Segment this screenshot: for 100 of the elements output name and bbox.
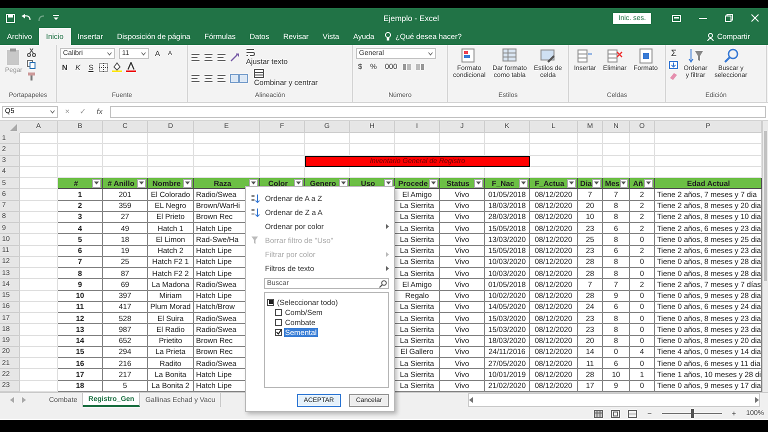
- filter-button[interactable]: [183, 178, 192, 188]
- grid-cell[interactable]: [485, 133, 530, 144]
- dropdown-icon[interactable]: [50, 110, 55, 114]
- grid-cell[interactable]: [578, 156, 603, 167]
- copy-icon[interactable]: [27, 60, 36, 69]
- close-icon[interactable]: [751, 14, 759, 22]
- fill-down-icon[interactable]: [669, 61, 678, 69]
- grid-cell[interactable]: [350, 133, 395, 144]
- grid-cell[interactable]: [655, 156, 762, 167]
- grid-cell[interactable]: [20, 166, 58, 178]
- grid-cell[interactable]: [20, 189, 58, 200]
- borders-icon[interactable]: [99, 62, 108, 72]
- dropdown-icon[interactable]: [107, 52, 112, 56]
- grid-cell[interactable]: [655, 133, 762, 144]
- grid-cell[interactable]: [58, 144, 103, 156]
- grid-cell[interactable]: [305, 133, 350, 144]
- grid-cell[interactable]: [630, 133, 655, 144]
- grid-cell[interactable]: [20, 200, 58, 212]
- checkbox[interactable]: [275, 308, 282, 316]
- checkbox[interactable]: [275, 328, 282, 336]
- filter-button[interactable]: [429, 178, 438, 188]
- grid-cell[interactable]: [148, 144, 194, 156]
- scroll-right-icon[interactable]: [22, 397, 26, 403]
- grid-cell[interactable]: [20, 346, 58, 358]
- undo-icon[interactable]: [21, 14, 32, 22]
- scroll-left-icon[interactable]: [469, 397, 473, 403]
- align-center-icon[interactable]: [204, 74, 213, 82]
- grid-cell[interactable]: [194, 156, 260, 167]
- align-bottom-icon[interactable]: [217, 52, 226, 62]
- filter-button[interactable]: [620, 178, 628, 188]
- filter-button[interactable]: [644, 178, 653, 188]
- grid-cell[interactable]: [20, 290, 58, 302]
- align-middle-icon[interactable]: [204, 52, 213, 62]
- grid-cell[interactable]: [20, 156, 58, 167]
- grid-cell[interactable]: [20, 268, 58, 280]
- grid-cell[interactable]: [58, 156, 103, 167]
- checkbox[interactable]: [275, 318, 282, 326]
- scroll-left-icon[interactable]: [10, 397, 14, 403]
- restore-icon[interactable]: [725, 14, 733, 22]
- grid-cell[interactable]: [20, 246, 58, 257]
- grid-cell[interactable]: [20, 324, 58, 336]
- grid-cell[interactable]: [260, 133, 305, 144]
- grid-cell[interactable]: [20, 133, 58, 144]
- filter-button[interactable]: [474, 178, 483, 188]
- filter-button[interactable]: [567, 178, 576, 188]
- filter-button[interactable]: [519, 178, 528, 188]
- grid-cell[interactable]: [103, 144, 148, 156]
- grid-cell[interactable]: [530, 156, 578, 167]
- grid-cell[interactable]: [630, 156, 655, 167]
- normal-view-icon[interactable]: [594, 410, 604, 418]
- fill-color-icon[interactable]: [112, 62, 122, 72]
- align-top-icon[interactable]: [191, 52, 200, 62]
- grid-cell[interactable]: [530, 133, 578, 144]
- align-right-icon[interactable]: [217, 74, 226, 82]
- dropdown-icon[interactable]: [141, 52, 146, 56]
- grid-cell[interactable]: [603, 144, 630, 156]
- select-all-icon[interactable]: [0, 121, 20, 133]
- grid-cell[interactable]: [20, 302, 58, 313]
- grid-cell[interactable]: [20, 256, 58, 268]
- grid-cell[interactable]: [148, 133, 194, 144]
- grid-cell[interactable]: [20, 336, 58, 347]
- grid-cell[interactable]: [630, 144, 655, 156]
- grid-cell[interactable]: [603, 133, 630, 144]
- eraser-icon[interactable]: [669, 72, 678, 80]
- brush-icon[interactable]: [27, 72, 36, 81]
- grid-cell[interactable]: [58, 133, 103, 144]
- decrease-decimal-icon[interactable]: [416, 62, 426, 70]
- grid-cell[interactable]: [148, 156, 194, 167]
- scroll-right-icon[interactable]: [755, 397, 759, 403]
- grid-cell[interactable]: [260, 144, 305, 156]
- filter-button[interactable]: [92, 178, 101, 188]
- grid-cell[interactable]: [20, 369, 58, 380]
- autosum-button[interactable]: Σ: [669, 48, 679, 58]
- grid-cell[interactable]: [578, 144, 603, 156]
- grid-cell[interactable]: [603, 156, 630, 167]
- grid-cell[interactable]: [103, 133, 148, 144]
- grid-cell[interactable]: [578, 133, 603, 144]
- grid-cell[interactable]: [20, 212, 58, 223]
- grid-cell[interactable]: [20, 279, 58, 290]
- grid-cell[interactable]: [20, 234, 58, 246]
- increase-decimal-icon[interactable]: [403, 62, 412, 70]
- ribbon-display-icon[interactable]: [672, 14, 681, 22]
- checkbox[interactable]: [267, 298, 274, 306]
- vertical-scrollbar[interactable]: [762, 121, 768, 392]
- formula-input[interactable]: [110, 106, 766, 118]
- redo-icon[interactable]: [38, 14, 47, 22]
- grid-cell[interactable]: [655, 144, 762, 156]
- page-break-icon[interactable]: [628, 410, 638, 418]
- save-icon[interactable]: [6, 14, 15, 22]
- grid-cell[interactable]: [194, 133, 260, 144]
- font-color-icon[interactable]: [126, 62, 136, 72]
- grid-cell[interactable]: [530, 144, 578, 156]
- grid-cell[interactable]: [20, 313, 58, 324]
- horizontal-scrollbar[interactable]: [468, 393, 760, 407]
- grid-cell[interactable]: [395, 133, 440, 144]
- filter-button[interactable]: [592, 178, 601, 188]
- align-left-icon[interactable]: [191, 74, 200, 82]
- grid-cell[interactable]: [20, 223, 58, 234]
- grid-cell[interactable]: [194, 144, 260, 156]
- indent-icon[interactable]: [230, 74, 248, 82]
